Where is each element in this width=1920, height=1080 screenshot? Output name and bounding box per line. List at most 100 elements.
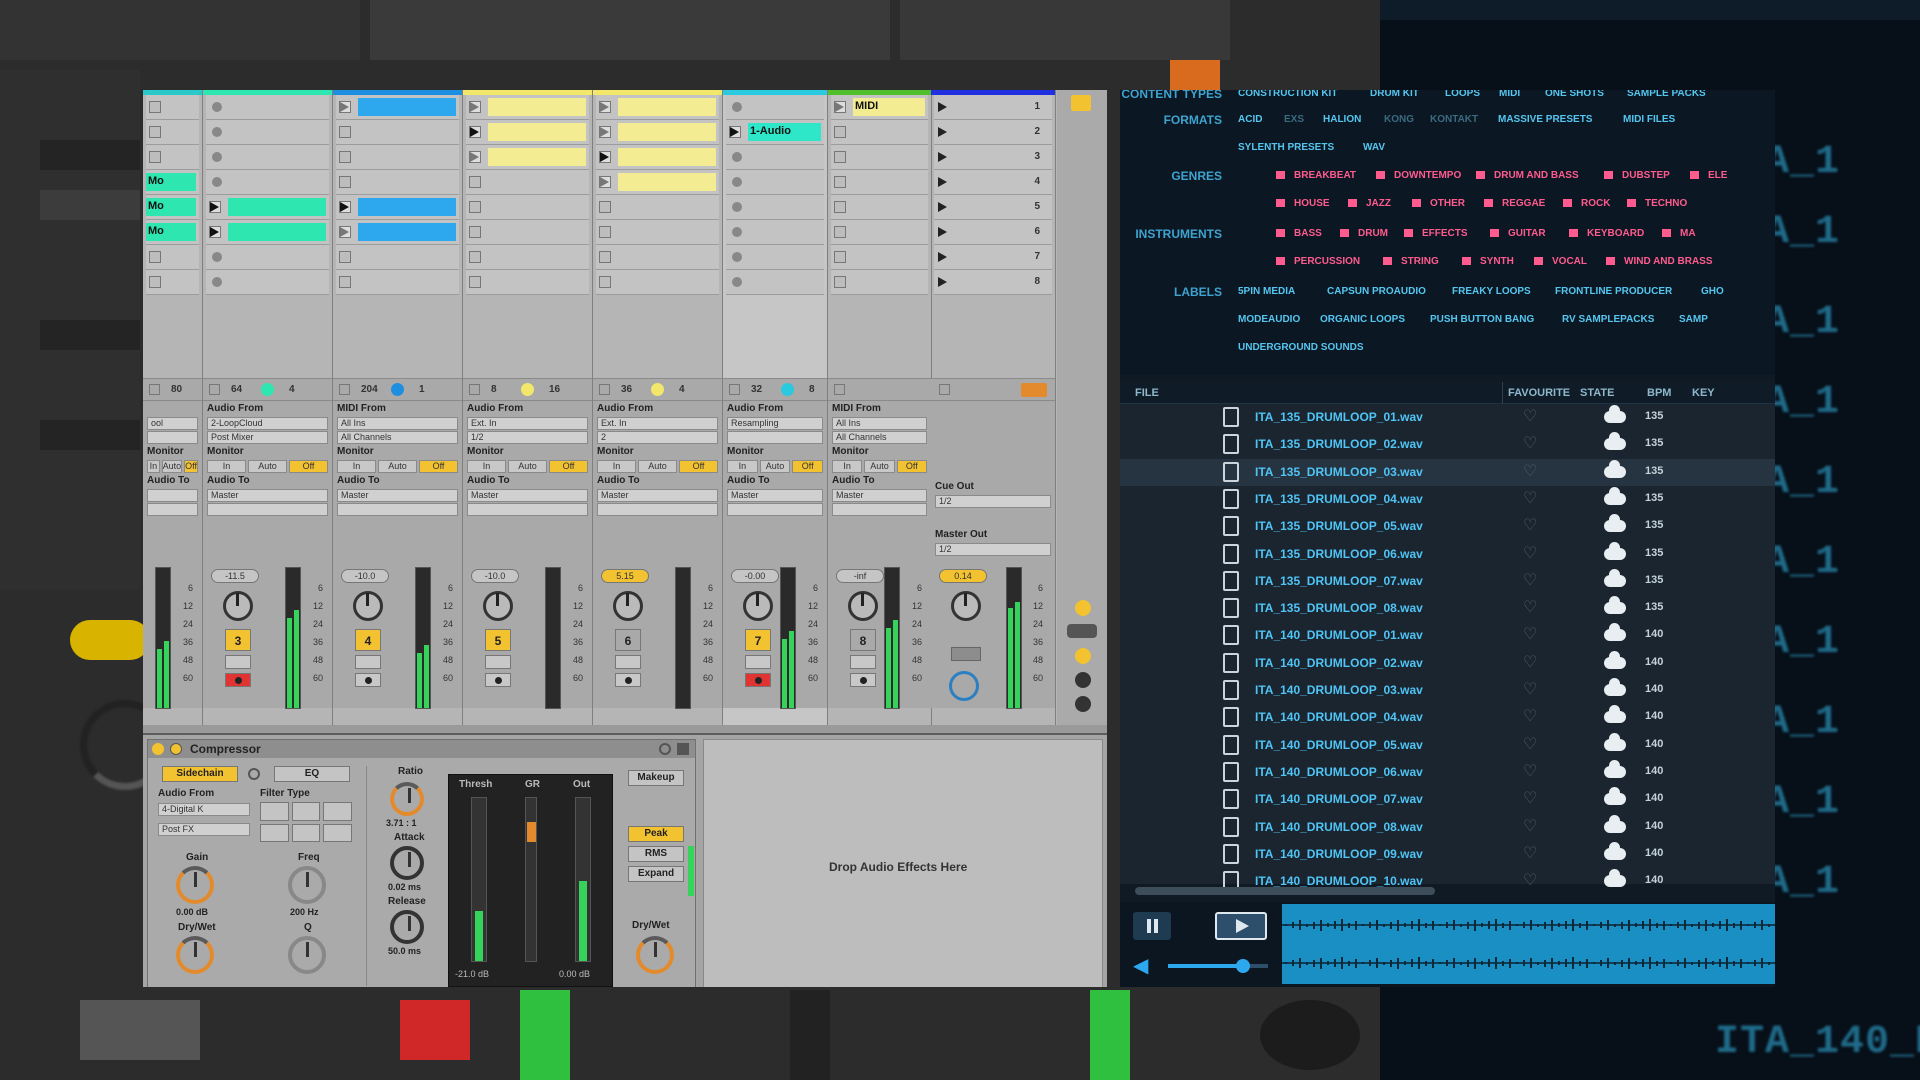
monitor-off-button[interactable]: Off (897, 460, 927, 473)
output-channel-dropdown[interactable] (467, 503, 588, 516)
file-name[interactable]: ITA_135_DRUMLOOP_06.wav (1255, 547, 1423, 561)
slot-stop-button[interactable] (469, 251, 481, 263)
scene-slot[interactable]: 1 (934, 95, 1052, 120)
filter-tag[interactable]: HALION (1317, 112, 1367, 128)
arm-button[interactable] (850, 673, 876, 687)
scene-slot[interactable]: 8 (934, 270, 1052, 295)
clip-slot[interactable] (336, 195, 459, 220)
pan-knob[interactable] (353, 591, 383, 621)
cloud-icon[interactable] (1604, 739, 1626, 751)
clip-slot[interactable]: Mo (146, 170, 199, 195)
filter-tag[interactable]: EXS (1278, 112, 1310, 128)
scene-slot[interactable]: 6 (934, 220, 1052, 245)
monitor-off-button[interactable]: Off (289, 460, 328, 473)
track-volume[interactable]: -inf (836, 569, 884, 583)
clip-stop-icon[interactable] (212, 252, 222, 262)
track-meter[interactable] (780, 567, 796, 709)
arm-button[interactable] (355, 673, 381, 687)
clip-slot[interactable]: Mo (146, 195, 199, 220)
heart-icon[interactable]: ♡ (1523, 655, 1537, 671)
drop-effects-zone[interactable]: Drop Audio Effects Here (703, 739, 1103, 987)
heart-icon[interactable]: ♡ (1523, 873, 1537, 889)
track-volume[interactable]: 5.15 (601, 569, 649, 583)
heart-icon[interactable]: ♡ (1523, 464, 1537, 480)
file-name[interactable]: ITA_135_DRUMLOOP_03.wav (1255, 465, 1423, 479)
file-name[interactable]: ITA_140_DRUMLOOP_09.wav (1255, 847, 1423, 861)
arm-button[interactable] (225, 673, 251, 687)
heart-icon[interactable]: ♡ (1523, 846, 1537, 862)
clip-play-icon[interactable] (340, 202, 349, 212)
file-name[interactable]: ITA_140_DRUMLOOP_06.wav (1255, 765, 1423, 779)
slot-stop-button[interactable] (469, 176, 481, 188)
scene-launch-icon[interactable] (938, 227, 947, 237)
heart-icon[interactable]: ♡ (1523, 600, 1537, 616)
slot-stop-button[interactable] (834, 176, 846, 188)
heart-icon[interactable]: ♡ (1523, 737, 1537, 753)
solo-button[interactable] (745, 655, 771, 669)
file-name[interactable]: ITA_140_DRUMLOOP_10.wav (1255, 874, 1423, 888)
filter-type-buttons[interactable] (260, 802, 352, 842)
output-dropdown[interactable]: Master (727, 489, 823, 502)
pan-knob[interactable] (848, 591, 878, 621)
slot-stop-button[interactable] (339, 151, 351, 163)
file-name[interactable]: ITA_135_DRUMLOOP_05.wav (1255, 519, 1423, 533)
input-channel-dropdown[interactable]: Post Mixer (207, 431, 328, 444)
monitor-off-button[interactable]: Off (792, 460, 823, 473)
filter-tag[interactable]: PUSH BUTTON BANG (1424, 312, 1540, 328)
heart-icon[interactable]: ♡ (1523, 819, 1537, 835)
clip-stop-icon[interactable] (732, 227, 742, 237)
file-name[interactable]: ITA_140_DRUMLOOP_08.wav (1255, 820, 1423, 834)
input-channel-dropdown[interactable]: All Channels (832, 431, 927, 444)
clip-stop-icon[interactable] (732, 252, 742, 262)
track-meter[interactable] (415, 567, 431, 709)
clip-launch-icon[interactable] (470, 152, 479, 162)
clip-slot[interactable] (146, 245, 199, 270)
cloud-icon[interactable] (1604, 466, 1626, 478)
clip-slot[interactable] (596, 145, 719, 170)
clip-stop-icon[interactable] (212, 102, 222, 112)
clip-slot[interactable] (831, 220, 928, 245)
clip-slot[interactable] (336, 220, 459, 245)
clip-slot[interactable] (336, 95, 459, 120)
filter-tag[interactable]: DRUM AND BASS (1470, 168, 1585, 184)
input-type-dropdown[interactable]: All Ins (337, 417, 458, 430)
filter-tag[interactable]: SAMPLE PACKS (1621, 90, 1712, 102)
heart-icon[interactable]: ♡ (1523, 764, 1537, 780)
slot-stop-button[interactable] (469, 276, 481, 288)
filter-tag[interactable]: JAZZ (1342, 196, 1397, 212)
output-dropdown[interactable]: Master (467, 489, 588, 502)
slot-stop-button[interactable] (339, 276, 351, 288)
solo-button[interactable] (485, 655, 511, 669)
file-name[interactable]: ITA_135_DRUMLOOP_02.wav (1255, 437, 1423, 451)
slot-stop-button[interactable] (149, 276, 161, 288)
clip-stop-icon[interactable] (212, 127, 222, 137)
filter-tag[interactable]: FREAKY LOOPS (1446, 284, 1537, 300)
cloud-icon[interactable] (1604, 821, 1626, 833)
filter-tag[interactable]: ELE (1684, 168, 1733, 184)
clip-slot[interactable] (336, 170, 459, 195)
clip-slot[interactable] (726, 270, 824, 295)
file-row[interactable]: ITA_140_DRUMLOOP_02.wav ♡ 140 (1120, 650, 1775, 677)
solo-button[interactable] (225, 655, 251, 669)
io-toggle-button[interactable] (1067, 624, 1097, 638)
filter-tag[interactable]: MODEAUDIO (1232, 312, 1306, 328)
filter-tag[interactable]: DOWNTEMPO (1370, 168, 1467, 184)
track-activator[interactable]: 7 (745, 629, 771, 651)
filter-tag[interactable]: ROCK (1557, 196, 1616, 212)
pan-knob[interactable] (613, 591, 643, 621)
drywet-knob[interactable] (176, 936, 214, 974)
clip-slot[interactable] (466, 220, 589, 245)
file-name[interactable]: ITA_135_DRUMLOOP_07.wav (1255, 574, 1423, 588)
output-dropdown[interactable]: Master (832, 489, 927, 502)
clip-slot[interactable] (726, 195, 824, 220)
track-meter[interactable] (545, 567, 561, 709)
heart-icon[interactable]: ♡ (1523, 518, 1537, 534)
track-activator[interactable]: 8 (850, 629, 876, 651)
preview-volume-slider[interactable] (1168, 964, 1268, 968)
file-row[interactable]: ITA_140_DRUMLOOP_04.wav ♡ 140 (1120, 704, 1775, 731)
clip-slot[interactable] (466, 195, 589, 220)
clip-slot[interactable] (596, 95, 719, 120)
clip-stop-icon[interactable] (732, 277, 742, 287)
cloud-icon[interactable] (1604, 657, 1626, 669)
filter-tag[interactable]: CAPSUN PROAUDIO (1321, 284, 1432, 300)
